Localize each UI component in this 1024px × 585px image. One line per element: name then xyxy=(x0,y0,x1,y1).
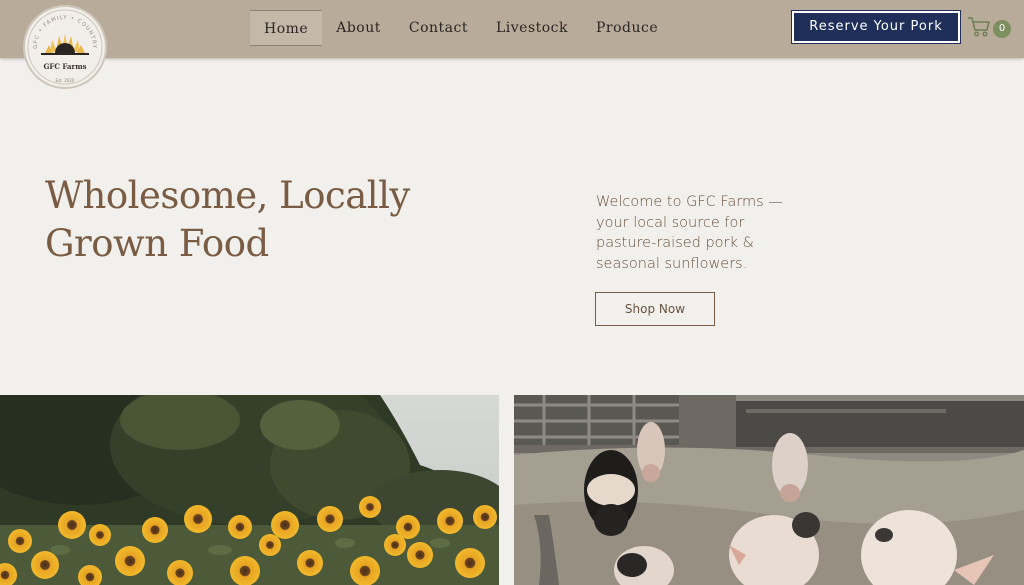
hero-intro-line1: Welcome to GFC Farms — xyxy=(596,194,783,210)
reserve-pork-button[interactable]: Reserve Your Pork xyxy=(792,11,960,43)
nav-about[interactable]: About xyxy=(322,10,395,46)
sunflower-field-image xyxy=(0,395,499,585)
site-logo[interactable]: GFC • FAMILY • COUNTRY GFC Farms Est. 20… xyxy=(23,5,107,89)
hero-title-line2: Grown Food xyxy=(45,222,269,265)
hero-title: Wholesome, Locally Grown Food xyxy=(45,172,465,268)
cart-button[interactable]: 0 xyxy=(967,16,1013,40)
main-nav: Home About Contact Livestock Produce xyxy=(250,10,672,46)
cart-icon xyxy=(968,17,990,37)
hero-intro-line3: pasture-raised pork & xyxy=(596,235,754,251)
hero-title-line1: Wholesome, Locally xyxy=(45,174,410,217)
hero-intro: Welcome to GFC Farms — your local source… xyxy=(596,192,816,274)
nav-home[interactable]: Home xyxy=(250,10,323,46)
site-header: Home About Contact Livestock Produce Res… xyxy=(0,0,1024,58)
cart-count-badge: 0 xyxy=(993,20,1011,38)
logo-name: GFC Farms xyxy=(43,62,87,71)
nav-contact[interactable]: Contact xyxy=(395,10,482,46)
hero-intro-line4: seasonal sunflowers. xyxy=(596,255,748,272)
nav-livestock[interactable]: Livestock xyxy=(482,10,582,46)
shop-now-button[interactable]: Shop Now xyxy=(595,292,715,326)
pigs-pen-image xyxy=(514,395,1024,585)
hero-intro-line2: your local source for xyxy=(596,214,745,231)
nav-produce[interactable]: Produce xyxy=(582,10,672,46)
sunflower-logo-icon: GFC • FAMILY • COUNTRY xyxy=(27,9,103,85)
logo-est: Est. 2020 xyxy=(55,78,75,83)
